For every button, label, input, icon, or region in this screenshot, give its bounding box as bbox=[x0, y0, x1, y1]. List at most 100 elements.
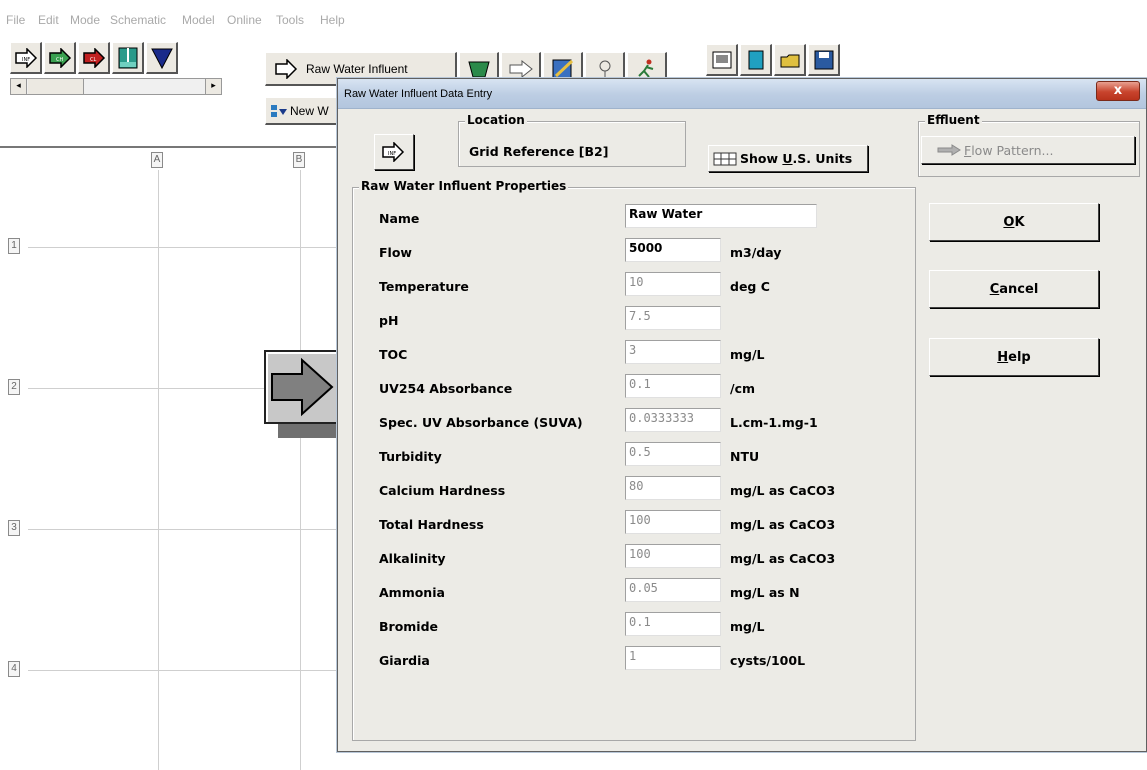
property-label-alkalinity: Alkalinity bbox=[379, 551, 446, 566]
property-label-toc: TOC bbox=[379, 347, 408, 362]
turbidity-input[interactable]: 0.5 bbox=[625, 442, 721, 466]
pipe-arrow-icon bbox=[509, 59, 533, 78]
uv254-input[interactable]: 0.1 bbox=[625, 374, 721, 398]
flow-input[interactable]: 5000 bbox=[625, 238, 721, 262]
temperature-input[interactable]: 10 bbox=[625, 272, 721, 296]
palette-basin-button[interactable] bbox=[112, 42, 144, 74]
close-button[interactable]: x bbox=[1096, 81, 1140, 101]
total-hardness-input[interactable]: 100 bbox=[625, 510, 721, 534]
flow-unit: m3/day bbox=[730, 245, 782, 260]
menu-mode[interactable]: Mode bbox=[70, 13, 100, 27]
influent-arrow-icon: INF bbox=[14, 47, 37, 68]
palette-chlorine-button[interactable]: CL bbox=[78, 42, 110, 74]
property-label-total-hardness: Total Hardness bbox=[379, 517, 484, 532]
scroll-left-arrow[interactable]: ◂ bbox=[11, 79, 27, 94]
ph-input[interactable]: 7.5 bbox=[625, 306, 721, 330]
show-us-units-button[interactable]: Show U.S. Units bbox=[708, 145, 868, 172]
temperature-unit: deg C bbox=[730, 279, 770, 294]
location-group: Location Grid Reference [B2] bbox=[458, 113, 686, 167]
ok-button[interactable]: OK bbox=[929, 203, 1099, 241]
toc-input[interactable]: 3 bbox=[625, 340, 721, 364]
basin-icon bbox=[118, 47, 137, 68]
menu-help[interactable]: Help bbox=[320, 13, 345, 27]
row-label-3: 3 bbox=[8, 520, 20, 536]
menu-file[interactable]: File bbox=[6, 13, 25, 27]
tool-new-file-button[interactable] bbox=[740, 44, 772, 76]
scroll-right-arrow[interactable]: ▸ bbox=[205, 79, 221, 94]
tool-save-button[interactable] bbox=[808, 44, 840, 76]
cancel-button[interactable]: Cancel bbox=[929, 270, 1099, 308]
property-label-calcium-hardness: Calcium Hardness bbox=[379, 483, 506, 498]
flow-pattern-button[interactable]: Flow Pattern... bbox=[921, 136, 1135, 164]
grid-line bbox=[28, 529, 348, 530]
grid-line bbox=[300, 170, 301, 770]
open-folder-icon bbox=[780, 54, 799, 67]
column-label-a: A bbox=[151, 152, 163, 168]
grid-line bbox=[158, 170, 159, 770]
palette-influent-button[interactable]: INF bbox=[10, 42, 42, 74]
svg-text:INF: INF bbox=[388, 151, 396, 157]
new-water-button[interactable]: New W bbox=[265, 97, 345, 125]
influent-arrow-icon: INF bbox=[382, 142, 405, 162]
property-label-temperature: Temperature bbox=[379, 279, 469, 294]
property-label-ammonia: Ammonia bbox=[379, 585, 445, 600]
svg-text:CL: CL bbox=[90, 57, 96, 63]
suva-input[interactable]: 0.0333333 bbox=[625, 408, 721, 432]
menu-model[interactable]: Model bbox=[182, 13, 215, 27]
schematic-influent-unit[interactable] bbox=[264, 350, 348, 438]
chemical-arrow-icon: CH bbox=[48, 47, 71, 68]
svg-text:CH: CH bbox=[56, 57, 63, 63]
scroll-thumb[interactable] bbox=[28, 79, 84, 94]
new-water-icon bbox=[271, 104, 287, 117]
bromide-input[interactable]: 0.1 bbox=[625, 612, 721, 636]
name-input[interactable]: Raw Water bbox=[625, 204, 817, 228]
total-hardness-unit: mg/L as CaCO3 bbox=[730, 517, 836, 532]
property-label-uv254: UV254 Absorbance bbox=[379, 381, 513, 396]
palette-scrollbar[interactable]: ◂ ▸ bbox=[10, 78, 222, 95]
uv254-unit: /cm bbox=[730, 381, 755, 396]
ammonia-input[interactable]: 0.05 bbox=[625, 578, 721, 602]
tool-open-button[interactable] bbox=[774, 44, 806, 76]
effluent-group-title: Effluent bbox=[925, 113, 982, 127]
menu-online[interactable]: Online bbox=[227, 13, 262, 27]
menu-tools[interactable]: Tools bbox=[276, 13, 304, 27]
column-label-b: B bbox=[293, 152, 305, 168]
flow-pattern-icon bbox=[937, 144, 961, 156]
notepad-pencil-icon bbox=[552, 59, 573, 78]
running-figure-icon bbox=[637, 59, 653, 78]
property-label-bromide: Bromide bbox=[379, 619, 439, 634]
tool-report-button[interactable] bbox=[706, 44, 738, 76]
properties-group-title: Raw Water Influent Properties bbox=[359, 179, 569, 193]
menu-schematic[interactable]: Schematic bbox=[110, 13, 166, 27]
giardia-input[interactable]: 1 bbox=[625, 646, 721, 670]
alkalinity-input[interactable]: 100 bbox=[625, 544, 721, 568]
row-label-4: 4 bbox=[8, 661, 20, 677]
property-label-giardia: Giardia bbox=[379, 653, 430, 668]
help-button[interactable]: Help bbox=[929, 338, 1099, 376]
suva-unit: L.cm-1.mg-1 bbox=[730, 415, 818, 430]
dialog-titlebar[interactable]: Raw Water Influent Data Entry x bbox=[338, 79, 1146, 109]
data-entry-dialog: Raw Water Influent Data Entry x INF Loca… bbox=[337, 78, 1147, 752]
bromide-unit: mg/L bbox=[730, 619, 765, 634]
row-label-1: 1 bbox=[8, 238, 20, 254]
raw-water-influent-label: Raw Water Influent bbox=[306, 61, 408, 76]
property-label-flow: Flow bbox=[379, 245, 412, 260]
calcium-hardness-input[interactable]: 80 bbox=[625, 476, 721, 500]
influent-type-button[interactable]: INF bbox=[374, 134, 414, 170]
schematic-canvas[interactable]: A B 1 2 3 4 bbox=[0, 146, 348, 770]
cancel-label: Cancel bbox=[989, 281, 1039, 297]
grid-line bbox=[28, 670, 348, 671]
funnel-icon bbox=[150, 48, 173, 69]
calcium-hardness-unit: mg/L as CaCO3 bbox=[730, 483, 836, 498]
menu-edit[interactable]: Edit bbox=[38, 13, 59, 27]
palette-chemical-button[interactable]: CH bbox=[44, 42, 76, 74]
property-label-name: Name bbox=[379, 211, 420, 226]
flow-pattern-label: Flow Pattern... bbox=[964, 142, 1054, 158]
unit-palette: INF CH CL ◂ ▸ bbox=[10, 42, 230, 96]
property-label-ph: pH bbox=[379, 313, 399, 328]
units-calculator-icon bbox=[713, 152, 737, 165]
ammonia-unit: mg/L as N bbox=[730, 585, 800, 600]
palette-filter-button[interactable] bbox=[146, 42, 178, 74]
show-us-units-label: Show U.S. Units bbox=[740, 151, 853, 166]
probe-icon bbox=[599, 60, 610, 78]
